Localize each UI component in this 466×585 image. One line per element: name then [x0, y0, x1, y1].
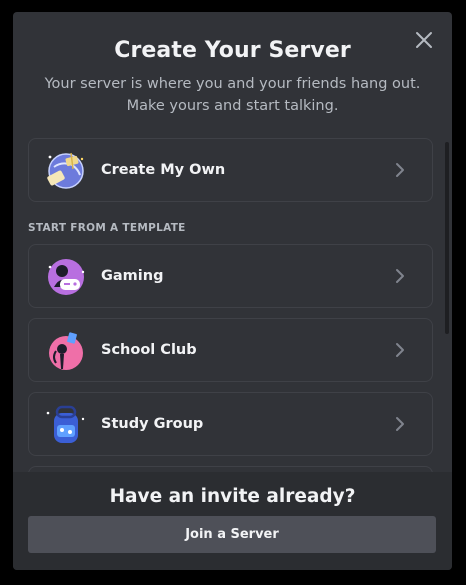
create-server-modal: Create Your Server Your server is where … [13, 12, 452, 570]
option-label: Create My Own [101, 162, 226, 178]
create-my-own-option[interactable]: Create My Own [28, 138, 433, 202]
globe-flag-icon [47, 152, 84, 189]
chevron-right-icon [396, 163, 404, 177]
modal-subtitle: Your server is where you and your friend… [44, 76, 421, 114]
option-label: Study Group [101, 416, 204, 432]
template-study-group-option[interactable]: Study Group [28, 392, 433, 456]
template-school-club-option[interactable]: School Club [28, 318, 433, 382]
join-server-button[interactable]: Join a Server [28, 516, 436, 553]
option-label: School Club [101, 342, 197, 358]
chevron-right-icon [396, 269, 404, 283]
template-section-label: START FROM A TEMPLATE [28, 222, 186, 234]
study-group-icon [46, 405, 85, 443]
modal-footer: Have an invite already? Join a Server [13, 472, 452, 570]
gaming-icon [48, 259, 85, 295]
chevron-right-icon [396, 417, 404, 431]
footer-title: Have an invite already? [109, 486, 356, 507]
school-club-icon [49, 332, 83, 370]
modal-title: Create Your Server [114, 38, 351, 63]
template-gaming-option[interactable]: Gaming [28, 244, 433, 308]
scrollbar[interactable] [445, 142, 449, 334]
option-label: Gaming [101, 268, 164, 284]
chevron-right-icon [396, 343, 404, 357]
